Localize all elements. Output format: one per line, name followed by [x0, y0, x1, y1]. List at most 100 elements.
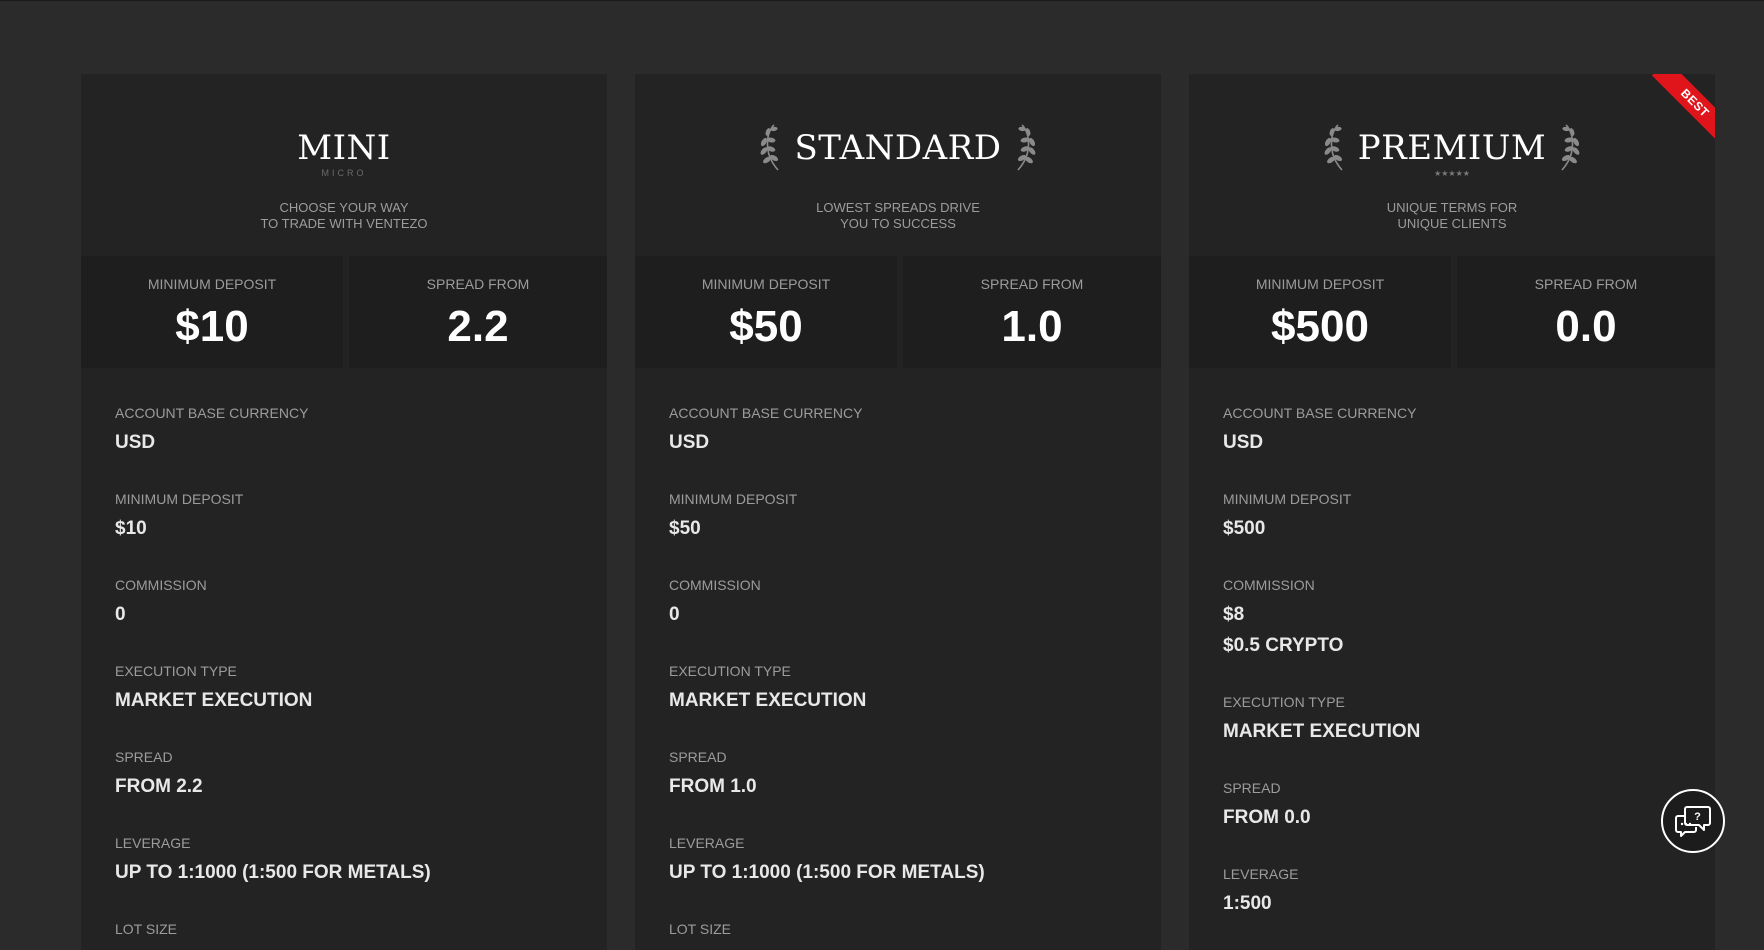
detail-value: MARKET EXECUTION	[115, 690, 313, 711]
detail-label: LEVERAGE	[115, 835, 191, 851]
detail-value: MARKET EXECUTION	[1223, 721, 1421, 742]
account-subtitle: MICRO	[321, 168, 367, 178]
stat-label: MINIMUM DEPOSIT	[1255, 276, 1385, 292]
tagline-line-2: TO TRADE WITH VENTEZO	[260, 216, 428, 231]
card-header: PREMIUM ★★★★★ UNIQUE TERMS FOR UNIQUE CL…	[1189, 74, 1715, 256]
stat-value: 0.0	[1555, 302, 1617, 351]
chat-help-button[interactable]: ?	[1661, 789, 1725, 853]
laurel-right-icon	[1016, 124, 1035, 171]
stat-value: $500	[1271, 302, 1369, 351]
stat-spread-from: SPREAD FROM 0.0	[1457, 256, 1715, 368]
detail-value: $10	[115, 518, 147, 539]
detail-row: COMMISSION 0	[115, 576, 585, 630]
stat-label: MINIMUM DEPOSIT	[701, 276, 831, 292]
stat-minimum-deposit: MINIMUM DEPOSIT $10	[81, 256, 343, 368]
account-card-premium: BEST PREMIUM ★★★★★ UNIQUE TERMS FOR UNIQ…	[1189, 74, 1715, 950]
detail-label: COMMISSION	[1223, 577, 1315, 593]
detail-value: UP TO 1:1000 (1:500 FOR METALS)	[115, 862, 431, 883]
detail-value: MARKET EXECUTION	[669, 690, 867, 711]
details-list: ACCOUNT BASE CURRENCY USD MINIMUM DEPOSI…	[115, 404, 585, 950]
title-row: STANDARD	[635, 124, 1161, 172]
detail-row: MINIMUM DEPOSIT $10	[115, 490, 585, 544]
stat-value: 2.2	[447, 302, 509, 351]
stat-value: $10	[175, 302, 249, 351]
details-list: ACCOUNT BASE CURRENCY USD MINIMUM DEPOSI…	[1223, 404, 1693, 950]
detail-label: EXECUTION TYPE	[669, 663, 791, 679]
account-tagline: UNIQUE TERMS FOR UNIQUE CLIENTS	[1189, 200, 1715, 232]
detail-label: MINIMUM DEPOSIT	[1223, 491, 1352, 507]
card-header: STANDARD LOWEST SPREADS DRIVE YOU TO SUC…	[635, 74, 1161, 256]
laurel-left-icon	[761, 124, 780, 171]
detail-value: FROM 1.0	[669, 776, 757, 797]
account-cards: MINI MICRO CHOOSE YOUR WAY TO TRADE WITH…	[81, 74, 1715, 950]
title-row: MINI	[81, 124, 607, 172]
detail-label: ACCOUNT BASE CURRENCY	[669, 405, 863, 421]
rating-stars-icon: ★★★★★	[1434, 169, 1470, 178]
details-list: ACCOUNT BASE CURRENCY USD MINIMUM DEPOSI…	[669, 404, 1139, 950]
detail-label: LEVERAGE	[669, 835, 745, 851]
stat-label: SPREAD FROM	[980, 276, 1084, 292]
detail-label: ACCOUNT BASE CURRENCY	[1223, 405, 1417, 421]
account-title: PREMIUM	[1357, 128, 1547, 168]
detail-row: MINIMUM DEPOSIT $50	[669, 490, 1139, 544]
detail-row: LEVERAGE 1:500	[1223, 865, 1693, 919]
detail-row: ACCOUNT BASE CURRENCY USD	[115, 404, 585, 458]
detail-value: FROM 0.0	[1223, 807, 1311, 828]
account-title: STANDARD	[794, 128, 1002, 168]
detail-value: USD	[669, 432, 710, 453]
stat-label: SPREAD FROM	[1534, 276, 1638, 292]
detail-row: LOT SIZE	[115, 920, 585, 938]
detail-row: COMMISSION $8 $0.5 CRYPTO	[1223, 576, 1693, 661]
detail-label: EXECUTION TYPE	[1223, 694, 1345, 710]
detail-value: 1:500	[1223, 893, 1272, 914]
tagline-line-2: UNIQUE CLIENTS	[1397, 216, 1507, 231]
tagline-line-2: YOU TO SUCCESS	[840, 216, 956, 231]
title-row: PREMIUM	[1189, 124, 1715, 172]
detail-row: SPREAD FROM 0.0	[1223, 779, 1693, 833]
detail-row: LEVERAGE UP TO 1:1000 (1:500 FOR METALS)	[669, 834, 1139, 888]
detail-label: COMMISSION	[669, 577, 761, 593]
detail-row: ACCOUNT BASE CURRENCY USD	[1223, 404, 1693, 458]
tagline-line-1: CHOOSE YOUR WAY	[279, 200, 409, 215]
detail-value: USD	[1223, 432, 1264, 453]
detail-value: 0	[669, 604, 680, 625]
detail-label: LEVERAGE	[1223, 866, 1299, 882]
laurel-left-icon	[1324, 124, 1343, 171]
detail-value: $500	[1223, 518, 1266, 539]
laurel-right-icon	[1561, 124, 1580, 171]
stats-block: MINIMUM DEPOSIT $10 SPREAD FROM 2.2	[81, 256, 607, 368]
detail-label: EXECUTION TYPE	[115, 663, 237, 679]
stat-spread-from: SPREAD FROM 1.0	[903, 256, 1161, 368]
account-tagline: LOWEST SPREADS DRIVE YOU TO SUCCESS	[635, 200, 1161, 232]
stat-minimum-deposit: MINIMUM DEPOSIT $500	[1189, 256, 1451, 368]
account-tagline: CHOOSE YOUR WAY TO TRADE WITH VENTEZO	[81, 200, 607, 232]
stat-value: 1.0	[1001, 302, 1063, 351]
detail-value: FROM 2.2	[115, 776, 203, 797]
detail-row: COMMISSION 0	[669, 576, 1139, 630]
stats-block: MINIMUM DEPOSIT $50 SPREAD FROM 1.0	[635, 256, 1161, 368]
detail-value: 0	[115, 604, 126, 625]
detail-row: EXECUTION TYPE MARKET EXECUTION	[115, 662, 585, 716]
detail-label: MINIMUM DEPOSIT	[115, 491, 244, 507]
stat-label: MINIMUM DEPOSIT	[147, 276, 277, 292]
detail-label: LOT SIZE	[669, 921, 731, 937]
detail-label: COMMISSION	[115, 577, 207, 593]
stat-minimum-deposit: MINIMUM DEPOSIT $50	[635, 256, 897, 368]
detail-row: LEVERAGE UP TO 1:1000 (1:500 FOR METALS)	[115, 834, 585, 888]
detail-value: $8	[1223, 604, 1245, 625]
detail-value: $50	[669, 518, 701, 539]
detail-row: MINIMUM DEPOSIT $500	[1223, 490, 1693, 544]
card-header: MINI MICRO CHOOSE YOUR WAY TO TRADE WITH…	[81, 74, 607, 256]
detail-row: ACCOUNT BASE CURRENCY USD	[669, 404, 1139, 458]
top-border	[0, 0, 1764, 1]
detail-label: LOT SIZE	[115, 921, 177, 937]
detail-row: SPREAD FROM 1.0	[669, 748, 1139, 802]
tagline-line-1: UNIQUE TERMS FOR	[1386, 200, 1518, 215]
tagline-line-1: LOWEST SPREADS DRIVE	[816, 200, 980, 215]
detail-row: SPREAD FROM 2.2	[115, 748, 585, 802]
detail-value: UP TO 1:1000 (1:500 FOR METALS)	[669, 862, 985, 883]
detail-label: SPREAD	[115, 749, 173, 765]
stats-block: MINIMUM DEPOSIT $500 SPREAD FROM 0.0	[1189, 256, 1715, 368]
detail-row: EXECUTION TYPE MARKET EXECUTION	[1223, 693, 1693, 747]
detail-label: ACCOUNT BASE CURRENCY	[115, 405, 309, 421]
